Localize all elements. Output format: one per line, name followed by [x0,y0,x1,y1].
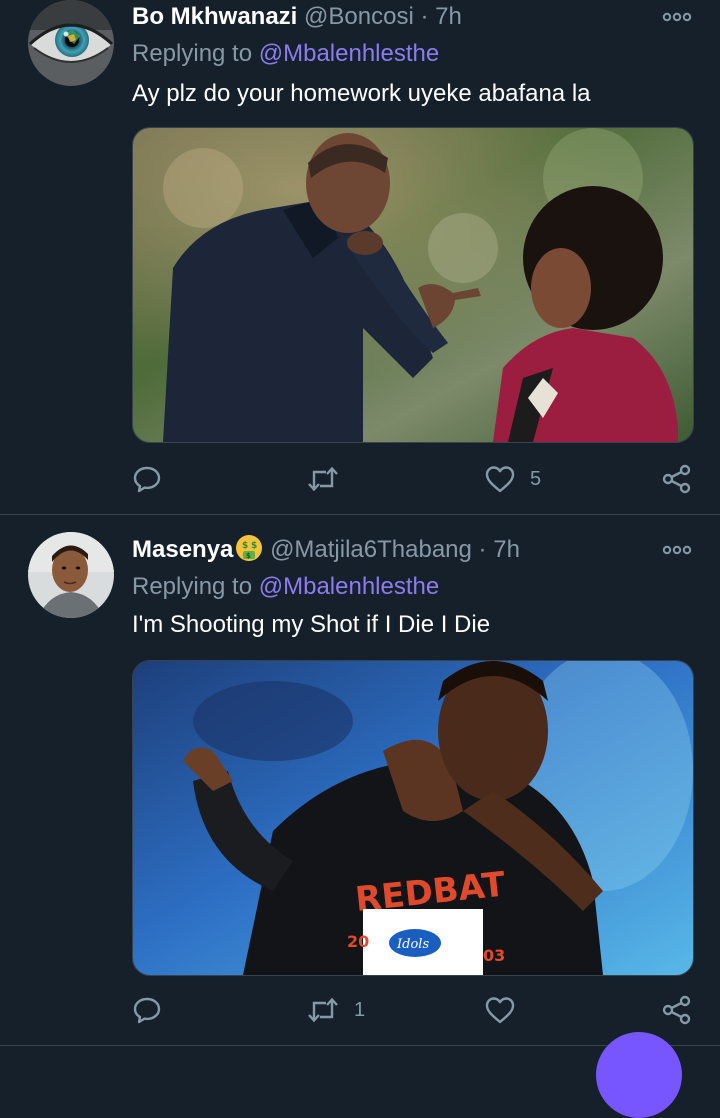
photo-idols-contestant: REDBAT Idols 20 03 [133,661,693,975]
compose-tweet-button[interactable] [596,1032,682,1118]
separator-dot: · [420,3,429,30]
retweet-count: 1 [354,998,366,1021]
share-icon [662,995,691,1025]
replying-to: Replying to @Mbalenhlesthe [132,572,439,602]
timestamp[interactable]: 7h [435,3,462,30]
tweet-1[interactable]: Bo Mkhwanazi @Boncosi · 7h Replying to @… [0,0,720,514]
reply-button[interactable] [132,993,176,1027]
money-mouth-face-icon: $ $ $ [235,534,263,570]
display-name[interactable]: Bo Mkhwanazi [132,3,297,30]
timestamp[interactable]: 7h [493,536,520,563]
separator-dot: · [478,536,487,563]
retweet-icon [308,466,338,492]
tweet-media-image[interactable] [132,127,694,443]
retweet-button[interactable]: 1 [306,993,365,1027]
like-button[interactable] [484,993,530,1027]
replying-to: Replying to @Mbalenhlesthe [132,39,439,69]
svg-text:$: $ [246,552,251,560]
share-button[interactable] [662,993,692,1027]
user-handle[interactable]: @Matjila6Thabang [270,536,472,563]
retweet-button[interactable] [306,462,354,496]
reply-icon [133,466,161,493]
tweet-text: Ay plz do your homework uyeke abafana la [132,80,591,107]
avatar-bo-mkhwanazi[interactable] [28,0,114,86]
tweet-actions: 5 [132,462,692,496]
tweet-text: I'm Shooting my Shot if I Die I Die [132,611,491,638]
display-name[interactable]: Masenya [132,536,233,563]
svg-text:20: 20 [347,932,369,951]
replying-to-label: Replying to [132,40,253,67]
share-icon [662,464,691,494]
tweet-media-image[interactable]: REDBAT Idols 20 03 [132,660,694,976]
tweet-2[interactable]: Masenya $ $ $ @Matjila6Thabang · 7h Repl… [0,515,720,1049]
avatar-masenya[interactable] [28,532,114,618]
reply-mention-link[interactable]: @Mbalenhlesthe [259,40,439,67]
user-handle[interactable]: @Boncosi [304,3,414,30]
svg-text:Idols: Idols [396,937,429,952]
replying-to-label: Replying to [132,573,253,600]
tweet-header: Bo Mkhwanazi @Boncosi · 7h [132,2,462,32]
retweet-icon [308,997,338,1023]
heart-icon [485,466,515,493]
reply-button[interactable] [132,462,176,496]
share-button[interactable] [662,462,692,496]
svg-text:03: 03 [483,946,505,965]
svg-text:$: $ [242,541,248,551]
like-button[interactable]: 5 [484,462,541,496]
profile-photo-image [28,532,114,618]
reply-mention-link[interactable]: @Mbalenhlesthe [259,573,439,600]
eye-avatar-image [28,0,114,86]
more-options-icon[interactable] [662,10,692,22]
more-options-icon[interactable] [662,543,692,555]
photo-man-pointing-at-woman [133,128,693,442]
heart-icon [485,997,515,1024]
tweet-header: Masenya $ $ $ @Matjila6Thabang · 7h [132,534,520,570]
svg-text:$: $ [251,541,257,551]
tweet-actions: 1 [132,993,692,1027]
like-count: 5 [530,467,542,490]
reply-icon [133,997,161,1024]
